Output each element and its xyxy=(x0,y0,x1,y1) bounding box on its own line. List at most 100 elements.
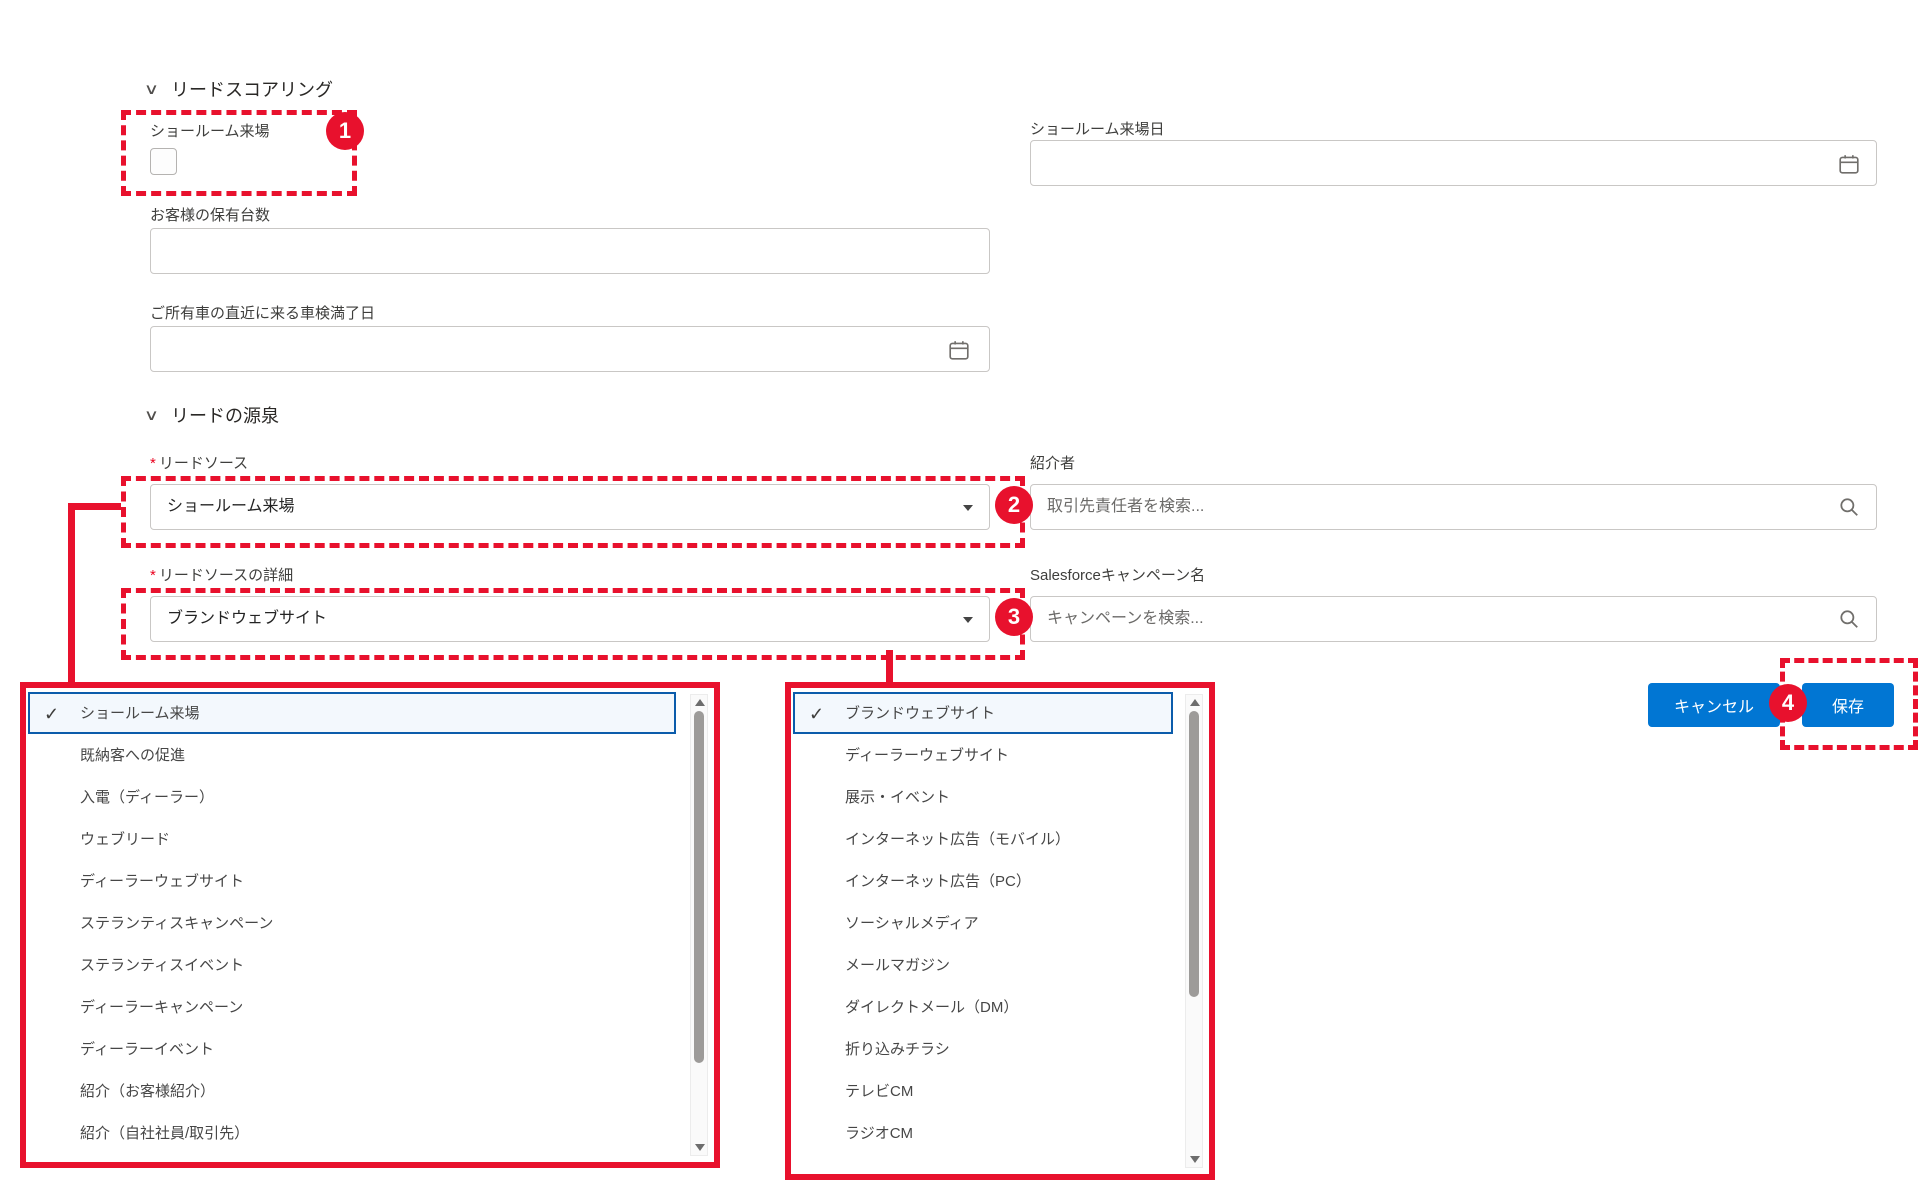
annotation-connector-2-vertical xyxy=(886,650,893,684)
dropdown-option[interactable]: ソーシャルメディア xyxy=(793,902,1173,944)
dropdown-option[interactable]: 紹介（自社社員/取引先） xyxy=(28,1112,676,1154)
cancel-button[interactable]: キャンセル xyxy=(1648,683,1780,727)
save-button[interactable]: 保存 xyxy=(1802,683,1894,727)
scroll-down-icon[interactable] xyxy=(695,1144,705,1151)
scroll-up-icon[interactable] xyxy=(1190,699,1200,706)
showroom-visit-date-label: ショールーム来場日 xyxy=(1030,118,1165,139)
dropdown-option-label: ディーラーイベント xyxy=(80,1041,214,1058)
dropdown-option-label: ディーラーウェブサイト xyxy=(845,747,1009,764)
lead-source-detail-listbox: ✓ ブランドウェブサイトディーラーウェブサイト展示・イベントインターネット広告（モ… xyxy=(793,692,1173,1154)
annotation-badge-2: 2 xyxy=(995,486,1033,524)
dropdown-option-label: ディーラーキャンペーン xyxy=(80,999,243,1016)
dropdown-option-label: 折り込みチラシ xyxy=(845,1041,950,1058)
dropdown-option[interactable]: テレビCM xyxy=(793,1070,1173,1112)
dropdown-option-label: インターネット広告（PC） xyxy=(845,873,1031,890)
lead-source-combobox[interactable]: ショールーム来場 xyxy=(150,484,990,530)
dropdown-option[interactable]: インターネット広告（PC） xyxy=(793,860,1173,902)
check-icon: ✓ xyxy=(809,694,833,734)
dropdown-option[interactable]: ✓ ブランドウェブサイト xyxy=(793,692,1173,734)
section-lead-scoring[interactable]: ∨ リードスコアリング xyxy=(146,76,333,102)
dropdown-option[interactable]: ダイレクトメール（DM） xyxy=(793,986,1173,1028)
caret-down-icon xyxy=(963,505,973,511)
dropdown-option-label: ラジオCM xyxy=(845,1125,913,1142)
lead-source-label: *リードソース xyxy=(150,452,248,473)
lead-source-value: ショールーム来場 xyxy=(167,498,295,515)
dropdown-option[interactable]: ラジオCM xyxy=(793,1112,1173,1154)
dropdown-option[interactable]: ディーラーウェブサイト xyxy=(793,734,1173,776)
dropdown-option-label: ステランティスキャンペーン xyxy=(80,915,273,932)
scrollbar[interactable] xyxy=(690,694,708,1156)
lead-source-detail-combobox[interactable]: ブランドウェブサイト xyxy=(150,596,990,642)
inspection-expiry-label: ご所有車の直近に来る車検満了日 xyxy=(150,302,375,323)
annotation-badge-1: 1 xyxy=(326,112,364,150)
showroom-visit-date-input[interactable] xyxy=(1030,140,1877,186)
dropdown-option-label: ダイレクトメール（DM） xyxy=(845,999,1018,1016)
dropdown-option[interactable]: ディーラーイベント xyxy=(28,1028,676,1070)
dropdown-option-label: 紹介（自社社員/取引先） xyxy=(80,1125,249,1142)
annotation-connector-1-horizontal xyxy=(68,503,121,510)
required-marker: * xyxy=(150,567,156,584)
dropdown-option-label: ディーラーウェブサイト xyxy=(80,873,244,890)
dropdown-option[interactable]: ステランティスイベント xyxy=(28,944,676,986)
inspection-expiry-input[interactable] xyxy=(150,326,990,372)
lead-source-listbox-panel: ✓ ショールーム来場既納客への促進入電（ディーラー） ウェブリードディーラーウェブサ… xyxy=(20,682,720,1168)
lead-source-detail-listbox-panel: ✓ ブランドウェブサイトディーラーウェブサイト展示・イベントインターネット広告（モ… xyxy=(785,682,1215,1180)
dropdown-option-label: ショールーム来場 xyxy=(80,705,200,722)
dropdown-option[interactable]: 入電（ディーラー） xyxy=(28,776,676,818)
annotation-badge-3: 3 xyxy=(995,598,1033,636)
campaign-search-input[interactable] xyxy=(1030,596,1877,642)
dropdown-option-label: 既納客への促進 xyxy=(80,747,185,764)
calendar-icon[interactable] xyxy=(948,339,970,361)
dropdown-option[interactable]: インターネット広告（モバイル） xyxy=(793,818,1173,860)
check-icon: ✓ xyxy=(44,694,68,734)
magnifier-icon xyxy=(1838,608,1860,630)
section-title: リードの源泉 xyxy=(171,402,279,428)
dropdown-option-label: 入電（ディーラー） xyxy=(80,789,214,806)
annotation-badge-4: 4 xyxy=(1769,684,1807,722)
dropdown-option-label: メールマガジン xyxy=(845,957,950,974)
dropdown-option[interactable]: 紹介（お客様紹介） xyxy=(28,1070,676,1112)
annotation-connector-1-vertical xyxy=(68,503,75,684)
caret-down-icon xyxy=(963,617,973,623)
dropdown-option[interactable]: ディーラーウェブサイト xyxy=(28,860,676,902)
dropdown-option[interactable]: 展示・イベント xyxy=(793,776,1173,818)
chevron-down-icon: ∨ xyxy=(144,82,159,97)
scrollbar[interactable] xyxy=(1185,694,1203,1168)
scrollbar-thumb[interactable] xyxy=(694,711,704,1063)
scroll-down-icon[interactable] xyxy=(1190,1156,1200,1163)
dropdown-option[interactable]: ウェブリード xyxy=(28,818,676,860)
dropdown-option-label: ステランティスイベント xyxy=(80,957,244,974)
lead-source-detail-label: *リードソースの詳細 xyxy=(150,564,293,585)
lead-source-listbox: ✓ ショールーム来場既納客への促進入電（ディーラー） ウェブリードディーラーウェブサ… xyxy=(28,692,676,1154)
campaign-label: Salesforceキャンペーン名 xyxy=(1030,564,1205,585)
required-marker: * xyxy=(150,455,156,472)
dropdown-option[interactable]: ステランティスキャンペーン xyxy=(28,902,676,944)
lead-source-detail-value: ブランドウェブサイト xyxy=(167,610,327,627)
dropdown-option-label: 展示・イベント xyxy=(845,789,950,806)
section-lead-origin[interactable]: ∨ リードの源泉 xyxy=(146,402,279,428)
section-title: リードスコアリング xyxy=(171,76,333,102)
referrer-search-input[interactable] xyxy=(1030,484,1877,530)
dropdown-option-label: ブランドウェブサイト xyxy=(845,705,995,722)
vehicle-count-label: お客様の保有台数 xyxy=(150,204,270,225)
lead-edit-form: ∨ リードスコアリング ショールーム来場 ショールーム来場日 お客様の保有台数 … xyxy=(0,0,1920,1203)
showroom-visit-label: ショールーム来場 xyxy=(150,120,270,141)
dropdown-option-label: テレビCM xyxy=(845,1083,913,1100)
dropdown-option[interactable]: 既納客への促進 xyxy=(28,734,676,776)
calendar-icon[interactable] xyxy=(1838,153,1860,175)
chevron-down-icon: ∨ xyxy=(144,408,159,423)
dropdown-option-label: 紹介（お客様紹介） xyxy=(80,1083,215,1100)
dropdown-option[interactable]: ✓ ショールーム来場 xyxy=(28,692,676,734)
dropdown-option[interactable]: メールマガジン xyxy=(793,944,1173,986)
magnifier-icon xyxy=(1838,496,1860,518)
scroll-up-icon[interactable] xyxy=(695,699,705,706)
dropdown-option-label: インターネット広告（モバイル） xyxy=(845,831,1070,848)
dropdown-option-label: ソーシャルメディア xyxy=(845,915,979,932)
vehicle-count-input[interactable] xyxy=(150,228,990,274)
referrer-label: 紹介者 xyxy=(1030,452,1075,473)
showroom-visit-checkbox[interactable] xyxy=(150,148,177,175)
dropdown-option[interactable]: 折り込みチラシ xyxy=(793,1028,1173,1070)
dropdown-option-label: ウェブリード xyxy=(80,831,170,848)
dropdown-option[interactable]: ディーラーキャンペーン xyxy=(28,986,676,1028)
scrollbar-thumb[interactable] xyxy=(1189,711,1199,997)
